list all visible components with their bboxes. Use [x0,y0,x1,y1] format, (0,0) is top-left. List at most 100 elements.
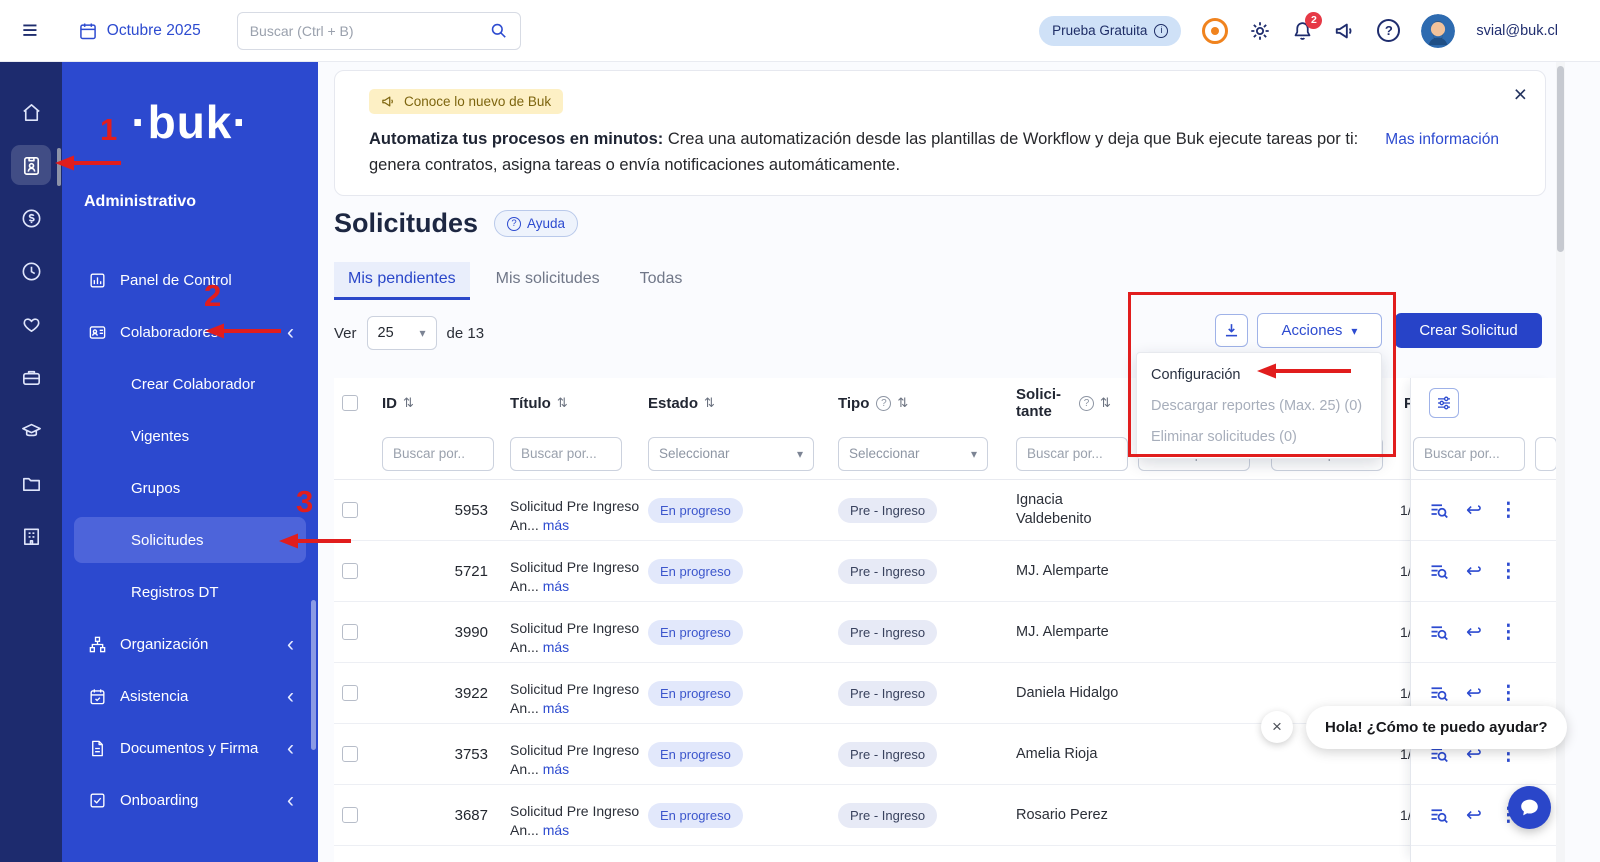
settings-gear-icon[interactable] [1249,20,1271,42]
integration-icon[interactable] [1202,17,1229,44]
rail-scrollbar[interactable] [57,148,61,186]
preview-list-search-icon[interactable] [1428,683,1449,704]
rail-colaboradores-clipboard-icon[interactable] [11,145,51,185]
sort-icon[interactable]: ⇅ [704,395,715,411]
filter-estado-select[interactable]: Seleccionar ▾ [648,436,814,471]
row-checkbox[interactable] [342,502,358,518]
chat-close-button[interactable]: × [1261,711,1293,743]
rail-documentos-folder-icon[interactable] [11,463,51,503]
user-avatar[interactable] [1421,13,1456,48]
row-checkbox[interactable] [342,746,358,762]
filter-id-input[interactable] [382,436,494,471]
filter-frozen-input[interactable] [1413,436,1525,471]
title-text: Solicitud Pre Ingreso An... [510,559,640,594]
preview-list-search-icon[interactable] [1428,805,1449,826]
chevron-icon[interactable]: ‹ [287,686,294,707]
preview-list-search-icon[interactable] [1428,622,1449,643]
tabs: Mis pendientes Mis solicitudes Todas [334,262,696,300]
more-link[interactable]: más [543,822,569,838]
info-icon[interactable]: ? [1079,395,1094,411]
global-search[interactable] [236,11,521,50]
sidebar-item-grupos[interactable]: Grupos [74,465,306,511]
row-checkbox[interactable] [342,563,358,579]
chat-launcher-button[interactable] [1508,786,1551,829]
rail-bienestar-heart-icon[interactable] [11,304,51,344]
more-link[interactable]: más [543,761,569,777]
sidebar-item-panel-de-control[interactable]: Panel de Control [74,257,306,303]
acciones-button[interactable]: Acciones ▾ [1257,313,1382,348]
info-icon[interactable]: ? [876,395,892,411]
sidebar-item-documentos-y-firma[interactable]: Documentos y Firma ‹ [74,725,306,771]
user-email[interactable]: svial@buk.cl [1476,23,1558,39]
column-settings-button[interactable] [1429,388,1459,418]
announcements-megaphone-icon[interactable] [1334,20,1356,42]
notifications-bell-icon[interactable]: 2 [1292,11,1323,42]
month-picker[interactable]: Octubre 2025 [78,21,201,41]
help-icon[interactable]: ? [1377,19,1401,42]
rail-asistencia-clock-icon[interactable] [11,251,51,291]
rail-beneficios-briefcase-icon[interactable] [11,357,51,397]
sidebar-item-solicitudes[interactable]: Solicitudes [74,517,306,563]
sidebar-scrollbar[interactable] [311,600,316,750]
sidebar-item-colaboradores[interactable]: Colaboradores ‹ [74,309,306,355]
sort-icon[interactable]: ⇅ [897,395,908,411]
more-link[interactable]: más [543,578,569,594]
filter-solicitante-input[interactable] [1016,436,1128,471]
tab-mis-pendientes[interactable]: Mis pendientes [334,262,470,300]
download-button[interactable] [1215,314,1248,347]
sidebar-item-registros-dt[interactable]: Registros DT [74,569,306,615]
chevron-icon[interactable]: ‹ [287,634,294,655]
help-badge[interactable]: ? Ayuda [494,210,579,237]
trial-label: Prueba Gratuita [1052,23,1148,38]
tab-todas[interactable]: Todas [626,262,697,300]
search-icon[interactable] [489,21,508,40]
undo-icon[interactable]: ↩ [1466,621,1482,644]
more-options-icon[interactable]: ⋮ [1499,682,1518,705]
vertical-scrollbar-thumb[interactable] [1557,66,1564,252]
chevron-icon[interactable]: ‹ [287,738,294,759]
preview-list-search-icon[interactable] [1428,500,1449,521]
trial-badge[interactable]: Prueba Gratuita i [1039,15,1182,46]
more-options-icon[interactable]: ⋮ [1499,560,1518,583]
row-checkbox[interactable] [342,685,358,701]
undo-icon[interactable]: ↩ [1466,682,1482,705]
row-checkbox[interactable] [342,624,358,640]
rail-empresa-building-icon[interactable] [11,516,51,556]
sidebar-item-crear-colaborador[interactable]: Crear Colaborador [74,361,306,407]
sort-icon[interactable]: ⇅ [403,395,414,411]
page-size-select[interactable]: 25 ▾ [366,316,437,350]
more-options-icon[interactable]: ⋮ [1499,621,1518,644]
more-link[interactable]: más [543,700,569,716]
more-link[interactable]: más [543,517,569,533]
select-all-checkbox[interactable] [342,395,358,411]
tab-mis-solicitudes[interactable]: Mis solicitudes [482,262,614,300]
sidebar-item-organizacion[interactable]: Organización ‹ [74,621,306,667]
sidebar-item-onboarding[interactable]: Onboarding ‹ [74,777,306,823]
undo-icon[interactable]: ↩ [1466,560,1482,583]
filter-clipped-input[interactable] [1535,436,1556,471]
rail-home-icon[interactable] [11,92,51,132]
more-options-icon[interactable]: ⋮ [1499,499,1518,522]
menu-item-configuracion[interactable]: Configuración [1137,359,1381,390]
sidebar-item-asistencia[interactable]: Asistencia ‹ [74,673,306,719]
hamburger-menu-icon[interactable]: ≡ [22,17,38,44]
sort-icon[interactable]: ⇅ [1100,395,1111,411]
undo-icon[interactable]: ↩ [1466,499,1482,522]
sidebar-item-vigentes[interactable]: Vigentes [74,413,306,459]
chevron-icon[interactable]: ‹ [287,322,294,343]
rail-remuneraciones-coin-icon[interactable] [11,198,51,238]
filter-tipo-select[interactable]: Seleccionar ▾ [838,436,988,471]
banner-close-icon[interactable]: × [1514,83,1527,106]
crear-solicitud-button[interactable]: Crear Solicitud [1395,313,1542,348]
banner-more-info-link[interactable]: Mas información [1385,131,1499,149]
filter-titulo-input[interactable] [510,436,622,471]
sort-icon[interactable]: ⇅ [557,395,568,411]
undo-icon[interactable]: ↩ [1466,804,1482,827]
rail-talento-graduation-icon[interactable] [11,410,51,450]
chevron-icon[interactable]: ‹ [287,790,294,811]
search-input[interactable] [249,22,481,39]
row-checkbox[interactable] [342,807,358,823]
preview-list-search-icon[interactable] [1428,561,1449,582]
more-link[interactable]: más [543,639,569,655]
chat-greeting-bubble[interactable]: Hola! ¿Cómo te puedo ayudar? [1306,706,1567,749]
